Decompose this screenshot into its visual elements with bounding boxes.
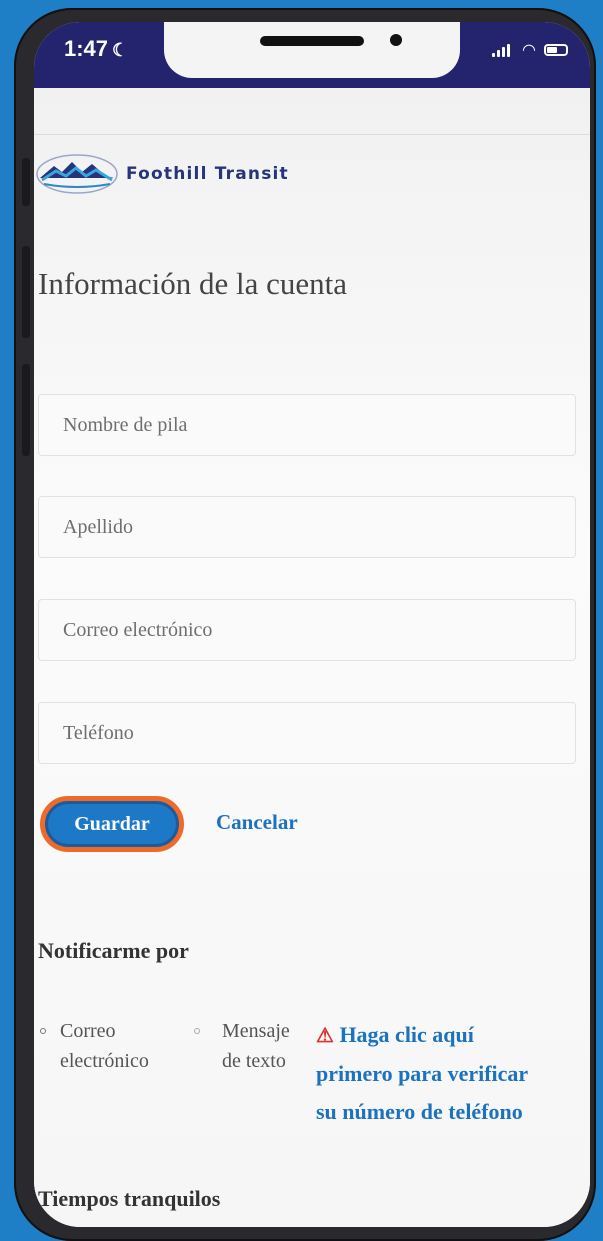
text-message-option-label[interactable]: Mensaje de texto — [222, 1016, 290, 1076]
first-name-input[interactable] — [39, 395, 575, 455]
text-message-radio[interactable] — [194, 1028, 200, 1034]
signal-icon — [492, 43, 514, 57]
page-title: Información de la cuenta — [38, 266, 347, 301]
email-input[interactable] — [39, 600, 575, 660]
battery-icon — [544, 43, 568, 56]
brand-name: Foothill Transit — [126, 164, 289, 184]
camera-icon — [390, 34, 402, 46]
notch — [164, 22, 460, 78]
quiet-times-heading: Tiempos tranquilos — [38, 1186, 221, 1211]
volume-up-button — [22, 246, 30, 338]
header-divider — [34, 134, 590, 135]
phone-screen: 1:47 ☾ ◠ Foothill Transit Información de… — [34, 22, 590, 1227]
verify-phone-link[interactable]: ⚠ Haga clic aquí primero para verificar … — [316, 1016, 586, 1131]
silent-switch — [22, 158, 30, 206]
last-name-input[interactable] — [39, 497, 575, 557]
volume-down-button — [22, 364, 30, 456]
save-button[interactable]: Guardar — [40, 796, 184, 852]
status-icons: ◠ — [492, 40, 568, 59]
warning-icon: ⚠ — [316, 1025, 334, 1047]
mountains-logo-icon — [36, 154, 118, 194]
email-option-label[interactable]: Correo electrónico — [60, 1016, 149, 1076]
phone-input[interactable] — [39, 703, 575, 763]
email-field[interactable] — [38, 599, 576, 661]
notify-heading: Notificarme por — [38, 938, 189, 963]
status-bar: 1:47 ☾ ◠ — [34, 22, 590, 88]
account-page: Foothill Transit Información de la cuent… — [34, 88, 590, 1227]
moon-icon: ☾ — [112, 40, 129, 60]
phone-frame: 1:47 ☾ ◠ Foothill Transit Información de… — [14, 8, 596, 1241]
email-radio[interactable] — [40, 1028, 46, 1034]
cancel-link[interactable]: Cancelar — [216, 810, 298, 835]
last-name-field[interactable] — [38, 496, 576, 558]
status-time: 1:47 ☾ — [64, 36, 129, 61]
speaker-grille — [260, 36, 364, 46]
first-name-field[interactable] — [38, 394, 576, 456]
phone-field[interactable] — [38, 702, 576, 764]
foothill-transit-logo[interactable]: Foothill Transit — [36, 154, 289, 194]
wifi-icon: ◠ — [522, 40, 536, 59]
